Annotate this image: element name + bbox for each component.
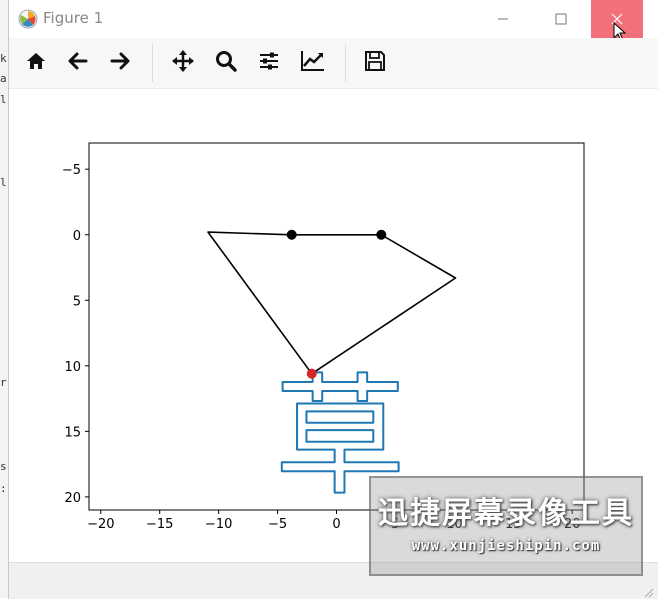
arrow-left-icon: [66, 49, 90, 77]
pan-button[interactable]: [165, 46, 201, 80]
watermark-url: www.xunjieshipin.com: [411, 538, 601, 554]
data-point-marker: [306, 368, 317, 379]
navigation-toolbar: [9, 38, 658, 89]
background-text: a: [0, 72, 7, 85]
y-tick-label: 20: [64, 491, 81, 506]
background-text: k: [0, 52, 7, 65]
forward-button[interactable]: [102, 46, 138, 80]
sliders-icon: [257, 49, 281, 77]
configure-subplots-button[interactable]: [251, 46, 287, 80]
toolbar-separator: [152, 44, 153, 82]
y-tick-label: 0: [73, 229, 81, 244]
arrow-right-icon: [108, 49, 132, 77]
chart-line-icon: [300, 49, 326, 77]
x-tick-label: −20: [87, 517, 114, 532]
home-button[interactable]: [18, 46, 54, 80]
resize-grip-icon[interactable]: [642, 583, 654, 598]
x-tick-label: −5: [268, 517, 287, 532]
watermark-title: 迅捷屏幕录像工具: [378, 496, 634, 531]
data-point-marker: [376, 229, 387, 240]
background-text: l: [0, 176, 7, 189]
background-text: r: [0, 376, 7, 389]
home-icon: [24, 49, 48, 77]
minimize-button[interactable]: [480, 0, 526, 38]
edit-axis-button[interactable]: [295, 46, 331, 80]
title-bar[interactable]: Figure 1: [9, 0, 658, 42]
data-point-marker: [286, 229, 297, 240]
minimize-icon: [497, 10, 509, 29]
window-title: Figure 1: [43, 9, 104, 27]
figure-window: Figure 1 草 −20 −15 −10 −5 0 5 10 15 20 −…: [9, 0, 658, 599]
x-tick-label: −10: [205, 517, 232, 532]
zoom-button[interactable]: [208, 46, 244, 80]
back-button[interactable]: [60, 46, 96, 80]
y-tick-label: −5: [62, 163, 81, 178]
background-text: l: [0, 93, 7, 106]
maximize-button[interactable]: [538, 0, 584, 38]
y-tick-label: 10: [64, 360, 81, 375]
save-icon: [364, 50, 386, 76]
background-text: s: [0, 460, 7, 473]
background-text: :: [0, 482, 7, 495]
save-button[interactable]: [357, 46, 393, 80]
x-tick-label: 0: [332, 517, 340, 532]
zoom-icon: [214, 49, 238, 77]
y-tick-label: 5: [73, 294, 81, 309]
y-tick-label: 15: [64, 425, 81, 440]
toolbar-separator: [345, 44, 346, 82]
matplotlib-icon: [17, 8, 39, 30]
recorder-watermark: 迅捷屏幕录像工具 www.xunjieshipin.com: [369, 476, 643, 576]
move-icon: [171, 49, 195, 77]
x-tick-label: −15: [146, 517, 173, 532]
maximize-icon: [555, 10, 567, 29]
